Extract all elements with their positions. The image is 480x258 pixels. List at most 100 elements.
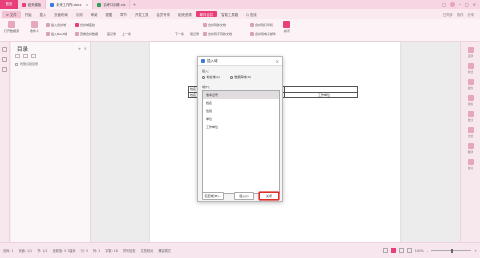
next-record-button[interactable]: 下一条 [175, 32, 184, 36]
dialog-title: 插入域 [207, 58, 218, 63]
status-pages: 页面: 1/1 [18, 249, 33, 253]
merge-to-email-button[interactable]: 合并到电子邮件 [250, 32, 276, 36]
close-button[interactable]: 关闭 [259, 192, 279, 200]
bookmark-icon[interactable] [2, 57, 7, 62]
last-record-button[interactable]: 尾记录 [190, 32, 199, 36]
list-item[interactable]: 姓名 [203, 99, 279, 107]
list-item[interactable]: 单位 [203, 115, 279, 123]
share-button[interactable]: 分享 [467, 12, 474, 17]
rail-proofread[interactable]: 校对 [461, 159, 480, 170]
status-bar: 页码: 1 页面: 1/1 节: 1/1 设置值: 5.7厘米 行: 3 列: … [0, 242, 480, 258]
menu-layout[interactable]: 页面布局 [50, 9, 72, 19]
zoom-in-icon[interactable]: + [474, 249, 477, 253]
tab-label: 请考口训练.xls [103, 3, 126, 7]
zoom-level[interactable]: 100% [415, 249, 424, 253]
close-panel-icon[interactable]: × [84, 46, 87, 51]
menu-insert[interactable]: 插入 [35, 9, 50, 19]
outline-icon[interactable] [2, 47, 7, 52]
status-proof[interactable]: 文档校对 [141, 248, 154, 253]
proofread-icon [467, 159, 474, 165]
recipients-button[interactable]: 收件人 [30, 21, 39, 33]
tab-document[interactable]: 未来工作所.docx × [46, 0, 94, 9]
smart-toc-item[interactable]: 智能识别目录 [15, 62, 38, 66]
printer-icon [250, 23, 254, 27]
collab-button[interactable]: 协作 [457, 12, 464, 17]
zoom-slider-knob[interactable] [451, 248, 454, 253]
rail-properties[interactable]: 属性 [461, 79, 480, 90]
menu-mail-merge[interactable]: 邮件合并 [195, 11, 218, 17]
pin-icon[interactable]: ⌖ [78, 46, 80, 51]
radio-database-field[interactable]: 数据库域(D) [229, 75, 251, 79]
view-page-icon[interactable] [390, 248, 396, 253]
maximize-icon[interactable]: ▢ [465, 2, 469, 7]
list-item[interactable]: 工作单位 [203, 123, 279, 131]
table-cell-name-2[interactable]: 姓名 [190, 93, 196, 97]
new-tab-button[interactable]: + [130, 2, 138, 7]
close-merge-button[interactable]: 关闭 [283, 21, 290, 33]
view-outline-icon[interactable] [398, 248, 404, 253]
window-controls: □ – ▢ × [442, 2, 480, 7]
insert-button[interactable]: 插入(I) [234, 192, 254, 200]
zoom-out-icon[interactable]: – [427, 249, 429, 253]
merge-shading-button[interactable]: 合并域底纹 [75, 23, 95, 27]
table-cell-name[interactable]: 姓名 [190, 87, 196, 91]
list-item[interactable]: 准考证号 [203, 91, 279, 99]
find-icon[interactable] [2, 67, 7, 72]
toc-tool-settings[interactable] [31, 54, 36, 58]
menu-file[interactable]: ≡ 文件 [2, 10, 21, 18]
menu-member[interactable]: 会员专享 [153, 9, 175, 19]
fields-listbox[interactable]: 准考证号 姓名 性别 单位 工作单位 [202, 90, 280, 194]
radio-address-field[interactable]: 地址域(A) [202, 75, 220, 79]
list-item[interactable]: 性别 [203, 107, 279, 115]
menu-developer[interactable]: 开发工具 [131, 9, 153, 19]
zoom-slider[interactable] [431, 248, 472, 253]
rail-style[interactable]: 样式 [461, 63, 480, 74]
toc-tool-collapse[interactable] [23, 54, 28, 58]
merge-to-separate-docs-button[interactable]: 合并到不同新文档 [203, 32, 232, 36]
rail-comments[interactable]: 批注 [461, 111, 480, 122]
status-words[interactable]: 字数: 18 [105, 248, 118, 253]
rail-docs[interactable]: 文档 [461, 127, 480, 138]
menu-smart-tools[interactable]: 智能工具箱 [217, 9, 242, 19]
menu-view[interactable]: 视图 [101, 9, 116, 19]
match-fields-button[interactable]: 匹配域(M)... [202, 192, 224, 200]
tab-spreadsheet[interactable]: 请考口训练.xls [93, 0, 131, 9]
close-tab-icon[interactable]: × [86, 3, 89, 7]
insert-next-field-button[interactable]: 插入Next域 [46, 32, 67, 36]
layout-icon[interactable]: □ [442, 2, 446, 7]
rail-layout[interactable]: 排版 [461, 95, 480, 106]
status-spell[interactable]: 拼写检查 [123, 248, 136, 253]
tab-templates[interactable]: 稻壳模板 [18, 0, 47, 9]
avatar[interactable] [449, 2, 455, 7]
home-tab[interactable]: 首页 [0, 0, 18, 9]
rail-select[interactable]: 选择 [461, 47, 480, 58]
menu-home[interactable]: 开始 [21, 9, 36, 19]
view-merged-data-button[interactable]: 查看合并数据 [75, 32, 98, 36]
first-record-button[interactable]: 首记录 [107, 32, 116, 36]
view-web-icon[interactable] [406, 248, 412, 253]
open-datasource-button[interactable]: 打开数据源 [4, 21, 19, 33]
fields-label: 域(F)： [202, 85, 213, 89]
menu-sections[interactable]: 章节 [116, 9, 131, 19]
merge-to-printer-button[interactable]: 合并到打印机 [250, 23, 273, 27]
radio-address-dot[interactable] [202, 75, 205, 79]
menu-review[interactable]: 审阅 [87, 9, 102, 19]
menu-docer[interactable]: 稻壳资源 [174, 9, 196, 19]
menu-references[interactable]: 引用 [72, 9, 87, 19]
table-cell-workplace[interactable]: 工作单位 [318, 93, 330, 97]
status-right: 100% – + [382, 248, 477, 253]
insert-merge-field-button[interactable]: 插入合并域 [46, 23, 66, 27]
radio-database-dot[interactable] [229, 75, 233, 79]
rail-translate[interactable]: 翻译 [461, 143, 480, 154]
smart-toc-checkbox[interactable] [15, 62, 18, 66]
close-window-icon[interactable]: × [473, 2, 476, 7]
minimize-icon[interactable]: – [459, 2, 461, 7]
prev-record-button[interactable]: 上一条 [122, 32, 131, 36]
view-read-icon[interactable] [382, 248, 388, 253]
merge-to-new-doc-button[interactable]: 合并到新文档 [203, 23, 226, 27]
tab-label: 未来工作所.docx [56, 3, 82, 7]
dialog-close-icon[interactable]: × [276, 59, 279, 64]
sync-status[interactable]: 已同步 [443, 12, 453, 17]
menu-search[interactable]: Q 查找 [242, 9, 261, 19]
toc-tool-expand[interactable] [15, 54, 20, 58]
